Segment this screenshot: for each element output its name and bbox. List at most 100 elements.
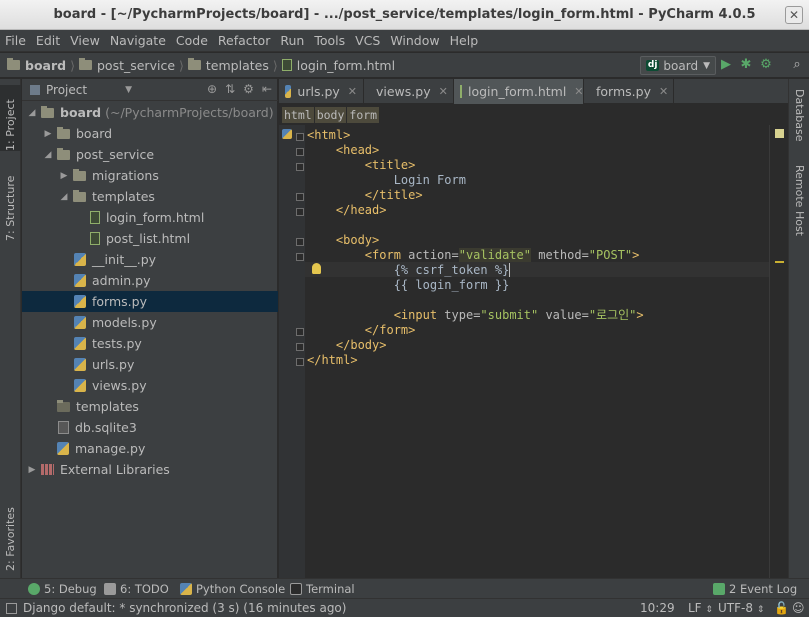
django-run-gutter-icon[interactable] [282,129,292,139]
hide-panel-icon[interactable]: ⇤ [262,82,272,96]
tool-tab-terminal[interactable]: Terminal [290,579,355,599]
tree-item-forms-py[interactable]: forms.py [22,291,278,312]
chevron-down-icon[interactable]: ▼ [125,85,132,95]
nav-crumb-post-service[interactable]: post_service ⟩ [78,58,184,73]
menu-vcs[interactable]: VCS [354,33,381,48]
expanded-arrow-icon[interactable]: ◢ [26,108,38,118]
expanded-arrow-icon[interactable]: ◢ [42,150,54,160]
close-window-button[interactable]: ✕ [785,6,803,24]
collapsed-arrow-icon[interactable]: ▶ [58,171,70,181]
hector-inspection-icon[interactable]: ☺ [792,601,805,615]
close-tab-icon[interactable]: ✕ [659,85,668,98]
status-message[interactable]: Django default: * synchronized (3 s) (16… [23,601,346,615]
tab-urls-py[interactable]: urls.py ✕ [279,79,364,104]
menu-file[interactable]: File [4,33,27,48]
tree-item-init-py[interactable]: __init__.py [22,249,278,270]
tool-tab-todo[interactable]: 6: TODO [104,579,169,599]
tab-views-py[interactable]: views.py ✕ [364,79,454,104]
analysis-status-icon[interactable] [775,129,784,138]
menu-refactor[interactable]: Refactor [217,33,271,48]
fold-marker[interactable] [296,163,304,171]
todo-icon [104,583,116,595]
tool-tab-debug[interactable]: 5: Debug [28,579,97,599]
fold-marker[interactable] [296,133,304,141]
tool-tab-python-console[interactable]: Python Console [180,579,285,599]
tree-item-login-form-html[interactable]: login_form.html [22,207,278,228]
nav-crumb-templates[interactable]: templates ⟩ [187,58,278,73]
collapsed-arrow-icon[interactable]: ▶ [26,465,38,475]
fold-marker[interactable] [296,358,304,366]
tool-tab-database[interactable]: Database [789,89,809,149]
scroll-from-source-icon[interactable]: ⊕ [207,82,217,96]
tree-item-templates-root[interactable]: templates [22,396,278,417]
nav-crumb-login-form[interactable]: login_form.html [281,58,395,73]
tab-forms-py[interactable]: forms.py ✕ [584,79,674,104]
debug-icon[interactable]: ✱ [738,57,754,73]
fold-marker[interactable] [296,148,304,156]
tree-item-post-service[interactable]: ◢ post_service [22,144,278,165]
tab-login-form-html[interactable]: login_form.html ✕ [454,79,584,104]
tag-crumb-html[interactable]: html [282,107,314,123]
fold-marker[interactable] [296,193,304,201]
tool-tab-favorites[interactable]: 2: Favorites [0,499,21,571]
menu-help[interactable]: Help [449,33,480,48]
tree-item-tests-py[interactable]: tests.py [22,333,278,354]
close-tab-icon[interactable]: ✕ [439,85,448,98]
run-icon[interactable]: ▶ [718,57,734,73]
expanded-arrow-icon[interactable]: ◢ [58,192,70,202]
fold-marker[interactable] [296,253,304,261]
tag-breadcrumb: html body form [279,105,788,125]
tool-tab-project[interactable]: 1: Project [0,85,21,151]
project-view-select[interactable]: Project [46,83,87,97]
tree-item-external-libraries[interactable]: ▶ External Libraries [22,459,278,480]
fold-marker[interactable] [296,238,304,246]
tree-item-admin-py[interactable]: admin.py [22,270,278,291]
tool-tab-structure[interactable]: 7: Structure [0,171,21,241]
line-separator-select[interactable]: LF ⇕ [688,601,713,615]
collapsed-arrow-icon[interactable]: ▶ [42,129,54,139]
caret-position[interactable]: 10:29 [640,601,675,615]
menu-tools[interactable]: Tools [313,33,346,48]
tag-crumb-body[interactable]: body [314,107,347,123]
settings-gear-icon[interactable]: ⚙ [243,82,254,96]
fold-marker[interactable] [296,343,304,351]
toggle-tool-windows-icon[interactable] [6,602,17,614]
tree-item-board[interactable]: ▶ board [22,123,278,144]
code-editor[interactable]: <html> <head> <title> Login Form </title… [279,125,788,578]
menu-window[interactable]: Window [389,33,440,48]
tree-item-views-py[interactable]: views.py [22,375,278,396]
encoding-select[interactable]: UTF-8 ⇕ [718,601,764,615]
tree-item-urls-py[interactable]: urls.py [22,354,278,375]
warning-marker[interactable] [775,261,784,263]
tool-tab-event-log[interactable]: 2 Event Log [713,579,797,599]
fold-marker[interactable] [296,208,304,216]
menu-run[interactable]: Run [279,33,305,48]
close-tab-icon[interactable]: ✕ [574,85,583,98]
tree-item-board-root[interactable]: ◢ board (~/PycharmProjects/board) [22,102,278,123]
tree-item-migrations[interactable]: ▶ migrations [22,165,278,186]
fold-marker[interactable] [296,328,304,336]
tree-item-label: External Libraries [60,462,170,477]
coverage-icon[interactable]: ⚙ [758,57,774,73]
tree-item-post-list-html[interactable]: post_list.html [22,228,278,249]
collapse-all-icon[interactable]: ⇅ [225,82,235,96]
close-tab-icon[interactable]: ✕ [348,85,357,98]
menu-view[interactable]: View [69,33,101,48]
tree-item-label: post_service [76,147,155,162]
run-configuration-select[interactable]: dj board ▼ [639,56,716,75]
tree-item-models-py[interactable]: models.py [22,312,278,333]
code-line-3: <title> [307,158,416,173]
menu-code[interactable]: Code [175,33,209,48]
status-bar: Django default: * synchronized (3 s) (16… [0,598,809,617]
tree-item-db-sqlite3[interactable]: db.sqlite3 [22,417,278,438]
tree-item-templates[interactable]: ◢ templates [22,186,278,207]
tool-tab-remote-host[interactable]: Remote Host [789,165,809,245]
tree-item-manage-py[interactable]: manage.py [22,438,278,459]
read-only-lock-icon[interactable]: 🔓 [774,601,789,615]
tag-crumb-form[interactable]: form [347,107,380,123]
menu-navigate[interactable]: Navigate [109,33,167,48]
tree-item-label: templates [76,399,139,414]
nav-crumb-board[interactable]: board ⟩ [7,58,75,73]
menu-edit[interactable]: Edit [35,33,61,48]
search-icon[interactable]: ⌕ [789,57,805,73]
